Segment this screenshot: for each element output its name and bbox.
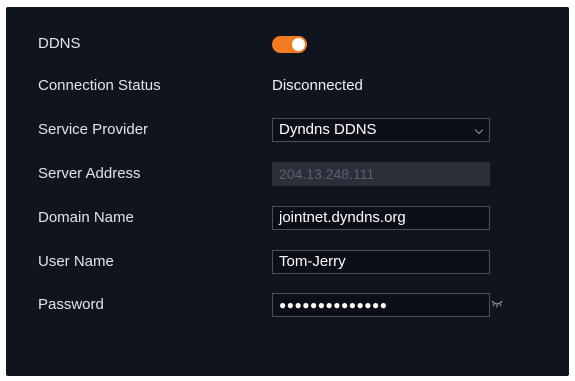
toggle-knob: [292, 38, 305, 51]
connection-status-value: Disconnected: [272, 77, 363, 94]
domain-name-row: Domain Name jointnet.dyndns.org: [6, 203, 569, 233]
password-masked-value: ●●●●●●●●●●●●●●: [279, 298, 388, 312]
password-row: Password ●●●●●●●●●●●●●●: [6, 290, 569, 320]
ddns-settings-panel: DDNS Connection Status Disconnected Serv…: [6, 7, 569, 376]
user-name-row: User Name Tom-Jerry: [6, 247, 569, 277]
chevron-down-icon: [474, 125, 484, 135]
service-provider-row: Service Provider Dyndns DDNS: [6, 115, 569, 145]
user-name-value: Tom-Jerry: [279, 253, 346, 270]
ddns-row: DDNS: [6, 29, 569, 59]
connection-status-label: Connection Status: [38, 77, 161, 94]
password-label: Password: [38, 296, 104, 313]
domain-name-label: Domain Name: [38, 209, 134, 226]
domain-name-value: jointnet.dyndns.org: [279, 209, 406, 226]
ddns-label: DDNS: [38, 35, 81, 52]
server-address-input: 204.13.248.111: [272, 162, 490, 186]
server-address-row: Server Address 204.13.248.111: [6, 159, 569, 189]
eye-closed-icon[interactable]: [491, 299, 503, 309]
user-name-label: User Name: [38, 253, 114, 270]
password-input[interactable]: ●●●●●●●●●●●●●●: [272, 293, 490, 317]
server-address-value: 204.13.248.111: [279, 166, 375, 182]
service-provider-label: Service Provider: [38, 121, 149, 138]
server-address-label: Server Address: [38, 165, 141, 182]
connection-status-row: Connection Status Disconnected: [6, 71, 569, 101]
user-name-input[interactable]: Tom-Jerry: [272, 250, 490, 274]
service-provider-value: Dyndns DDNS: [279, 121, 377, 138]
domain-name-input[interactable]: jointnet.dyndns.org: [272, 206, 490, 230]
service-provider-select[interactable]: Dyndns DDNS: [272, 118, 490, 142]
ddns-toggle[interactable]: [272, 36, 307, 53]
